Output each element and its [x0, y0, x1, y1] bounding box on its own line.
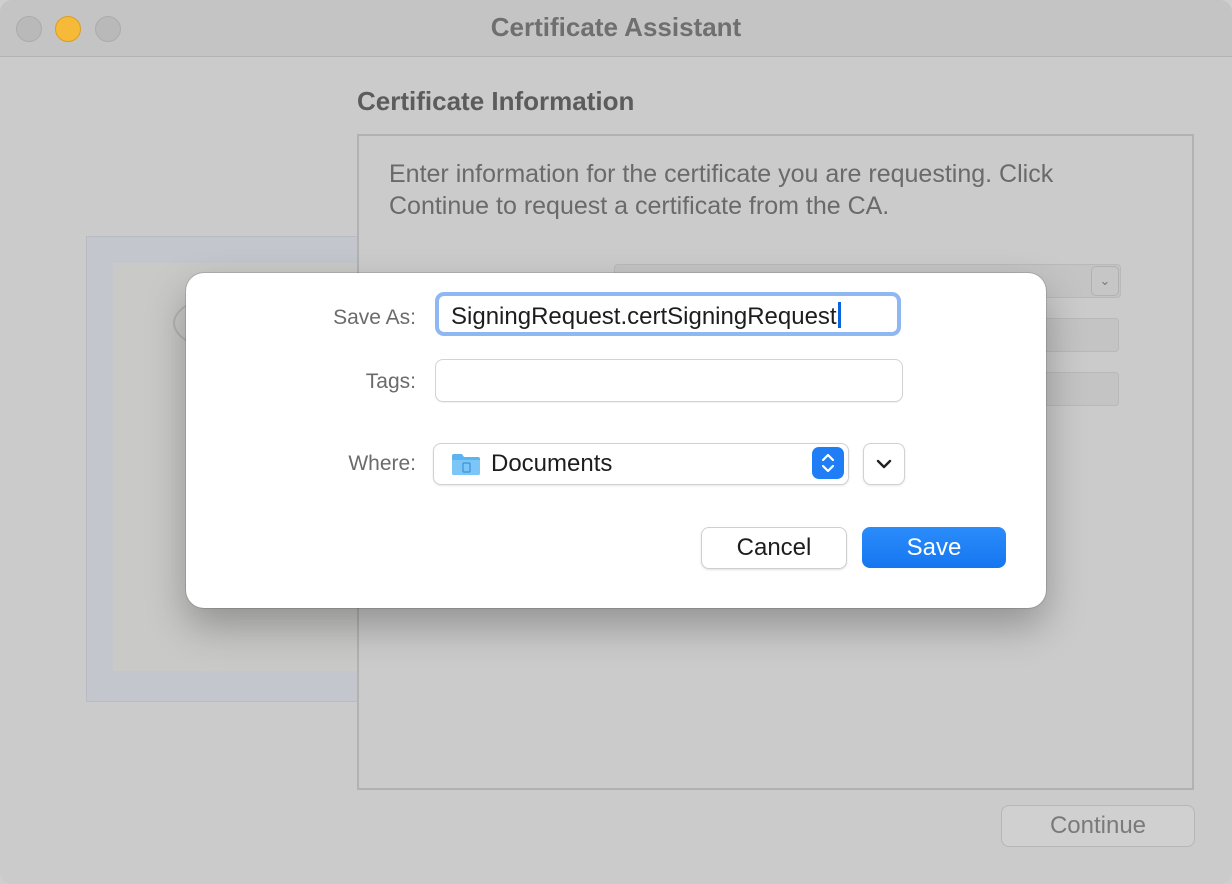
window-title: Certificate Assistant	[490, 12, 742, 42]
ca-email-field[interactable]	[1040, 372, 1119, 406]
save-as-input[interactable]: SigningRequest.certSigningRequest	[435, 292, 901, 336]
section-title: Certificate Information	[357, 86, 635, 116]
up-down-chevron-icon[interactable]	[812, 447, 844, 479]
continue-button[interactable]: Continue	[1001, 805, 1195, 847]
folder-icon	[452, 454, 480, 475]
common-name-field[interactable]	[1040, 318, 1119, 352]
chevron-down-icon	[876, 459, 892, 469]
save-as-label: Save As:	[333, 306, 416, 329]
where-label: Where:	[348, 452, 416, 475]
email-popup-chevron-icon[interactable]: ⌄	[1091, 266, 1119, 296]
save-dialog: Save As: SigningRequest.certSigningReque…	[186, 273, 1046, 608]
title-bar: Certificate Assistant	[0, 0, 1232, 57]
text-cursor	[838, 302, 841, 328]
where-location-popup[interactable]: Documents	[433, 443, 849, 485]
certificate-assistant-window: Certificate Assistant Certificate Inform…	[0, 0, 1232, 884]
where-value: Documents	[491, 450, 613, 477]
expand-browser-button[interactable]	[863, 443, 905, 485]
save-button[interactable]: Save	[862, 527, 1006, 568]
tags-input[interactable]	[435, 359, 903, 402]
panel-description: Enter information for the certificate yo…	[389, 160, 1054, 220]
tags-label: Tags:	[365, 370, 416, 393]
cancel-button[interactable]: Cancel	[701, 527, 847, 569]
save-as-value: SigningRequest.certSigningRequest	[451, 303, 837, 330]
